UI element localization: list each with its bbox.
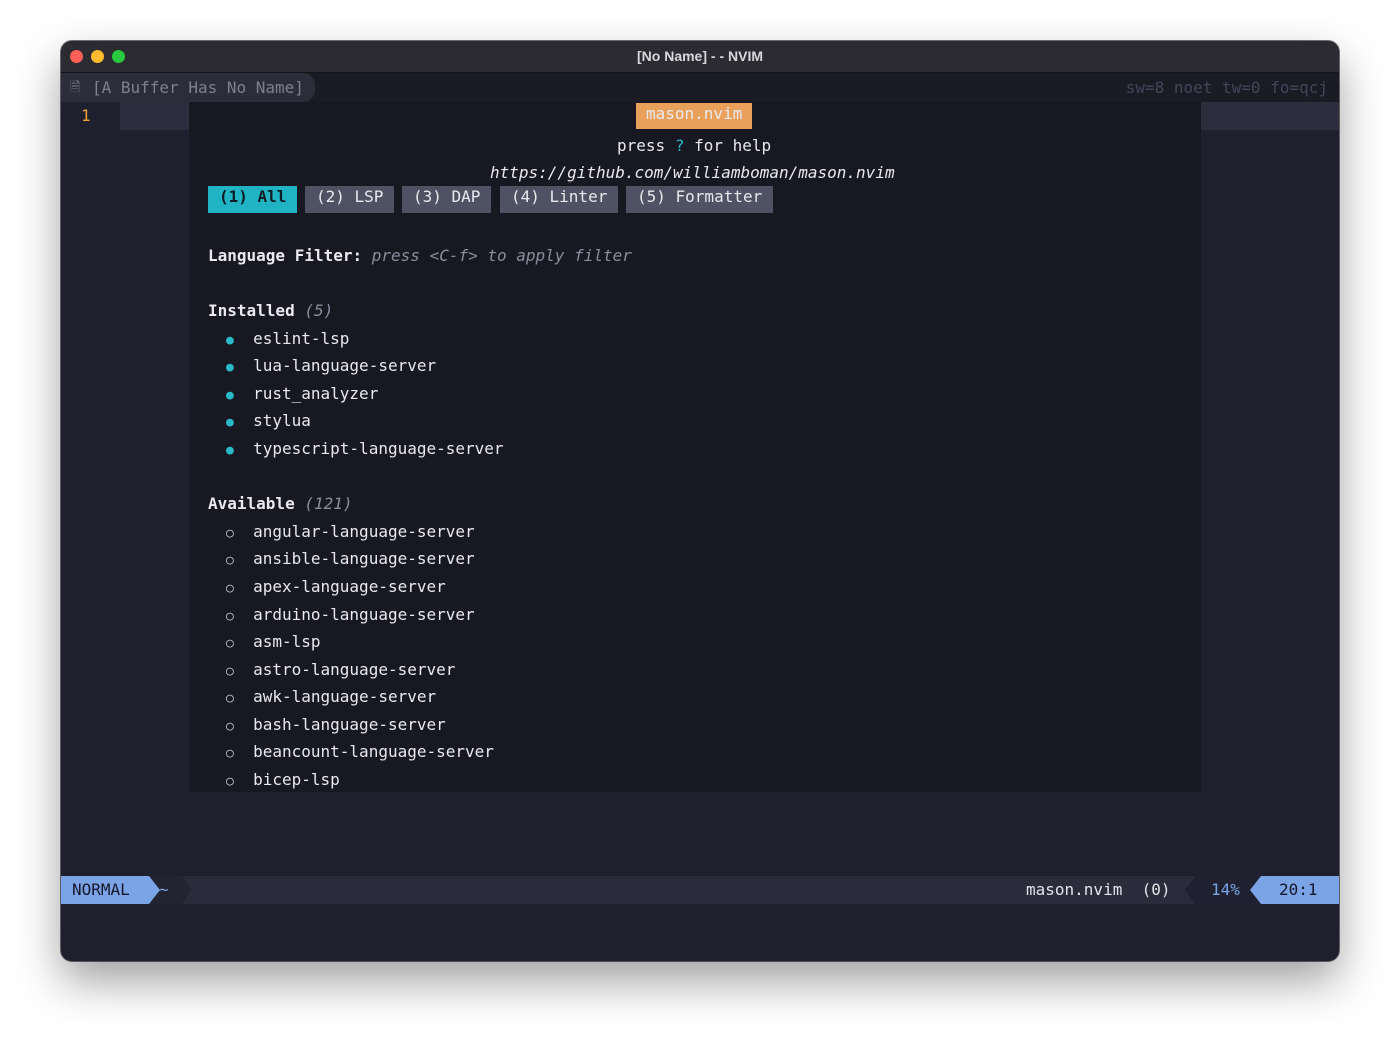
package-name: stylua	[253, 411, 311, 430]
package-name: asm-lsp	[253, 632, 320, 651]
package-name: awk-language-server	[253, 687, 436, 706]
empty-circle-icon: ○	[226, 526, 234, 541]
available-package[interactable]: ○ angular-language-server	[226, 521, 475, 545]
available-package[interactable]: ○ asm-lsp	[226, 631, 321, 655]
buffer-count: (0)	[1142, 880, 1171, 899]
line-number: 1	[81, 102, 91, 130]
cursor-position: 20:1	[1261, 876, 1339, 904]
filetype: mason.nvim	[1026, 880, 1122, 899]
filetype-info: mason.nvim (0)	[1026, 876, 1171, 904]
filter-label: Language Filter:	[208, 246, 362, 265]
cwd-separator	[182, 876, 191, 904]
mason-url[interactable]: https://github.com/williamboman/mason.nv…	[490, 162, 895, 184]
package-name: astro-language-server	[253, 660, 455, 679]
package-name: rust_analyzer	[253, 384, 378, 403]
check-circle-icon: ●	[226, 443, 234, 458]
position-separator	[1250, 876, 1261, 904]
package-name: ansible-language-server	[253, 549, 475, 568]
file-icon: 🗎	[70, 73, 80, 102]
window-title: [No Name] - - NVIM	[61, 48, 1339, 64]
mason-window: mason.nvim press ? for help https://gith…	[189, 102, 1201, 792]
installed-package[interactable]: ● stylua	[226, 410, 311, 434]
available-package[interactable]: ○ beancount-language-server	[226, 741, 494, 765]
empty-circle-icon: ○	[226, 581, 234, 596]
available-package[interactable]: ○ bicep-lsp	[226, 769, 340, 793]
available-package[interactable]: ○ astro-language-server	[226, 659, 455, 683]
empty-circle-icon: ○	[226, 609, 234, 624]
tab-formatter[interactable]: (5) Formatter	[626, 186, 773, 213]
installed-package[interactable]: ● lua-language-server	[226, 355, 436, 379]
installed-heading: Installed (5)	[208, 300, 333, 322]
empty-circle-icon: ○	[226, 636, 234, 651]
package-name: bicep-lsp	[253, 770, 340, 789]
available-heading: Available (121)	[208, 493, 353, 515]
mode-indicator: NORMAL	[61, 876, 149, 904]
tab-dap[interactable]: (3) DAP	[402, 186, 491, 213]
installed-count: (5)	[304, 301, 333, 320]
available-count: (121)	[304, 494, 352, 513]
available-package[interactable]: ○ bash-language-server	[226, 714, 446, 738]
buffer-tab[interactable]: 🗎 [A Buffer Has No Name]	[61, 73, 315, 102]
editor-area[interactable]: 1 mason.nvim press ? for help https://gi…	[61, 102, 1339, 876]
statusline: NORMAL ~ mason.nvim (0) 14% 20:1	[61, 876, 1339, 904]
available-package[interactable]: ○ apex-language-server	[226, 576, 446, 600]
language-filter[interactable]: Language Filter: press <C-f> to apply fi…	[208, 245, 632, 267]
check-circle-icon: ●	[226, 333, 234, 348]
check-circle-icon: ●	[226, 415, 234, 430]
check-circle-icon: ●	[226, 388, 234, 403]
empty-circle-icon: ○	[226, 691, 234, 706]
help-line: press ? for help	[617, 135, 771, 157]
empty-circle-icon: ○	[226, 664, 234, 679]
available-label: Available	[208, 494, 295, 513]
command-line[interactable]	[61, 904, 1339, 961]
buffer-name: [A Buffer Has No Name]	[92, 73, 304, 102]
mode-separator	[149, 876, 160, 904]
installed-package[interactable]: ● eslint-lsp	[226, 328, 349, 352]
help-press: press	[617, 136, 665, 155]
empty-circle-icon: ○	[226, 553, 234, 568]
package-name: eslint-lsp	[253, 329, 349, 348]
empty-circle-icon: ○	[226, 774, 234, 789]
installed-package[interactable]: ● typescript-language-server	[226, 438, 504, 462]
nvim-window: [No Name] - - NVIM 🗎 [A Buffer Has No Na…	[61, 41, 1339, 961]
help-rest: for help	[694, 136, 771, 155]
tab-all[interactable]: (1) All	[208, 186, 297, 213]
percent-separator	[1185, 876, 1195, 904]
package-name: lua-language-server	[253, 356, 436, 375]
empty-circle-icon: ○	[226, 719, 234, 734]
installed-label: Installed	[208, 301, 295, 320]
title-bar: [No Name] - - NVIM	[61, 41, 1339, 73]
package-name: typescript-language-server	[253, 439, 503, 458]
tabline: 🗎 [A Buffer Has No Name] sw=8 noet tw=0 …	[61, 73, 1339, 102]
tab-linter[interactable]: (4) Linter	[500, 186, 618, 213]
installed-package[interactable]: ● rust_analyzer	[226, 383, 378, 407]
filter-hint: press <C-f> to apply filter	[372, 246, 632, 265]
tab-lsp[interactable]: (2) LSP	[305, 186, 394, 213]
help-key: ?	[675, 136, 685, 155]
available-package[interactable]: ○ ansible-language-server	[226, 548, 475, 572]
package-name: arduino-language-server	[253, 605, 475, 624]
package-name: apex-language-server	[253, 577, 446, 596]
mason-header: mason.nvim	[636, 103, 752, 129]
buffer-options: sw=8 noet tw=0 fo=qcj	[1126, 73, 1328, 102]
package-name: angular-language-server	[253, 522, 475, 541]
available-package[interactable]: ○ awk-language-server	[226, 686, 436, 710]
package-name: bash-language-server	[253, 715, 446, 734]
package-name: beancount-language-server	[253, 742, 494, 761]
check-circle-icon: ●	[226, 360, 234, 375]
available-package[interactable]: ○ arduino-language-server	[226, 604, 475, 628]
empty-circle-icon: ○	[226, 746, 234, 761]
